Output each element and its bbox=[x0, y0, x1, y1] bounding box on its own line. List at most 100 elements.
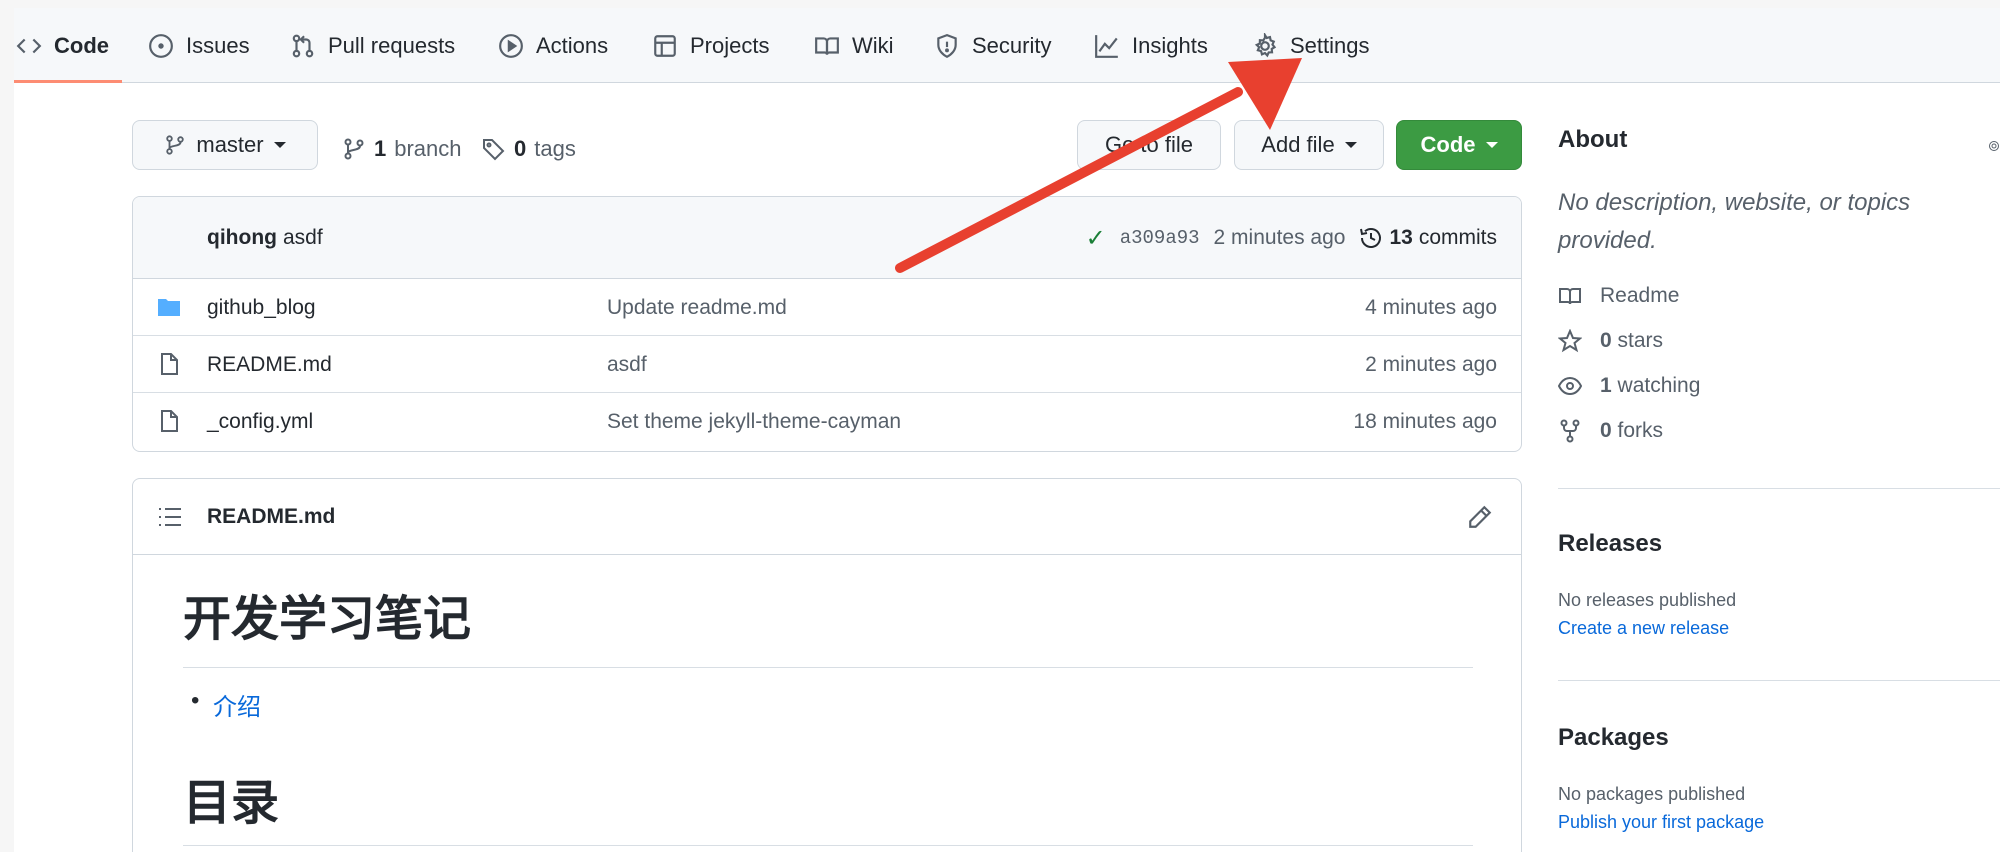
add-file-button[interactable]: Add file bbox=[1234, 120, 1384, 170]
file-commit-message[interactable]: asdf bbox=[607, 336, 647, 393]
commit-author-info: qihong asdf bbox=[207, 197, 323, 279]
caret-down-icon bbox=[1485, 142, 1498, 148]
pencil-icon[interactable] bbox=[1467, 504, 1493, 530]
releases-title[interactable]: Releases bbox=[1558, 530, 1662, 558]
tab-settings-label: Settings bbox=[1290, 32, 1370, 58]
readme-list-link[interactable]: 介绍 bbox=[191, 687, 261, 722]
branches-link[interactable]: 1 branch bbox=[342, 136, 462, 162]
tab-security[interactable]: Security bbox=[934, 8, 1051, 83]
book-icon bbox=[815, 36, 839, 55]
readme-heading-2: 目录 bbox=[183, 763, 1473, 846]
tab-insights[interactable]: Insights bbox=[1094, 8, 1208, 83]
create-release-link[interactable]: Create a new release bbox=[1558, 618, 1729, 639]
forks-count: 0 bbox=[1600, 419, 1612, 442]
code-icon bbox=[16, 38, 42, 53]
about-gear-icon[interactable] bbox=[1988, 136, 2000, 156]
graph-icon bbox=[1095, 34, 1118, 58]
readme-header: README.md bbox=[133, 479, 1521, 555]
file-icon bbox=[161, 410, 178, 432]
file-name[interactable]: github_blog bbox=[207, 279, 316, 336]
shield-icon bbox=[937, 33, 957, 58]
commit-age: 2 minutes ago bbox=[1213, 226, 1346, 249]
packages-note: No packages published bbox=[1558, 784, 1746, 804]
check-icon: ✓ bbox=[1085, 224, 1106, 252]
caret-down-icon bbox=[1344, 142, 1357, 148]
stars-link[interactable]: 0 stars bbox=[1558, 329, 1663, 353]
play-icon bbox=[499, 33, 523, 58]
list-icon[interactable] bbox=[157, 505, 183, 529]
stars-count: 0 bbox=[1600, 329, 1612, 352]
go-to-file-button[interactable]: Go to file bbox=[1077, 120, 1221, 170]
code-button-label: Code bbox=[1420, 132, 1476, 157]
readme-panel: README.md 开发学习笔记 介绍 目录 bbox=[132, 478, 1522, 852]
tab-projects-label: Projects bbox=[690, 32, 770, 58]
about-description: No description, website, or topics provi… bbox=[1558, 189, 1911, 254]
file-row[interactable]: README.md asdf 2 minutes ago bbox=[133, 336, 1521, 393]
tab-wiki-label: Wiki bbox=[852, 32, 894, 58]
releases-note: No releases published bbox=[1558, 590, 1737, 610]
file-row[interactable]: _config.yml Set theme jekyll-theme-cayma… bbox=[133, 393, 1521, 450]
tab-issues[interactable]: Issues bbox=[148, 8, 250, 83]
tab-insights-label: Insights bbox=[1132, 32, 1208, 58]
tab-code[interactable]: Code bbox=[16, 8, 109, 83]
eye-icon bbox=[1558, 376, 1582, 396]
watching-label: watching bbox=[1617, 374, 1701, 397]
tab-wiki[interactable]: Wiki bbox=[814, 8, 894, 83]
readme-link[interactable]: Readme bbox=[1558, 284, 1679, 308]
tab-issues-label: Issues bbox=[186, 32, 250, 58]
tab-security-label: Security bbox=[972, 32, 1052, 58]
readme-link-label: Readme bbox=[1600, 284, 1680, 307]
tab-pull-requests-label: Pull requests bbox=[328, 32, 456, 58]
tab-pull-requests[interactable]: Pull requests bbox=[290, 8, 455, 83]
tag-count: 0 bbox=[514, 136, 527, 161]
tab-settings[interactable]: Settings bbox=[1252, 8, 1370, 83]
branch-select-button[interactable]: master bbox=[132, 120, 318, 170]
history-icon bbox=[1360, 228, 1382, 248]
file-commit-message[interactable]: Update readme.md bbox=[607, 279, 787, 336]
commit-message[interactable]: asdf bbox=[283, 226, 323, 250]
fork-icon bbox=[1560, 419, 1580, 443]
file-commit-message[interactable]: Set theme jekyll-theme-cayman bbox=[607, 393, 901, 450]
about-title: About bbox=[1558, 126, 1628, 153]
tab-code-label: Code bbox=[54, 32, 109, 58]
file-name[interactable]: README.md bbox=[207, 336, 332, 393]
commit-sha[interactable]: a309a93 bbox=[1120, 227, 1200, 249]
branch-count: 1 bbox=[374, 136, 387, 161]
commit-count: 13 bbox=[1389, 226, 1413, 249]
selected-tab-underline bbox=[14, 80, 122, 83]
file-icon bbox=[161, 353, 178, 375]
stars-label: stars bbox=[1617, 329, 1664, 352]
packages-title[interactable]: Packages bbox=[1558, 724, 1669, 752]
file-age: 4 minutes ago bbox=[1365, 296, 1497, 319]
forks-label: forks bbox=[1617, 419, 1664, 442]
tags-link[interactable]: 0 tags bbox=[482, 136, 576, 162]
commit-author[interactable]: qihong bbox=[207, 226, 277, 250]
tab-actions-label: Actions bbox=[536, 32, 609, 58]
file-name[interactable]: _config.yml bbox=[207, 393, 313, 450]
repo-page: Code Issues Pull requests Actions Projec… bbox=[14, 8, 2000, 852]
readme-filename: README.md bbox=[207, 505, 336, 528]
code-button[interactable]: Code bbox=[1396, 120, 1522, 170]
watching-link[interactable]: 1 watching bbox=[1558, 374, 1700, 398]
latest-commit-bar: qihong asdf ✓ a309a93 2 minutes ago 13 c… bbox=[133, 197, 1521, 279]
branch-icon bbox=[344, 138, 364, 160]
file-age: 18 minutes ago bbox=[1353, 410, 1497, 433]
star-icon bbox=[1558, 329, 1582, 353]
file-age: 2 minutes ago bbox=[1365, 353, 1497, 376]
tab-actions[interactable]: Actions bbox=[498, 8, 608, 83]
forks-link[interactable]: 0 forks bbox=[1558, 419, 1663, 443]
file-list: qihong asdf ✓ a309a93 2 minutes ago 13 c… bbox=[132, 196, 1522, 452]
tab-projects[interactable]: Projects bbox=[652, 8, 769, 83]
branch-icon bbox=[166, 135, 185, 155]
issue-icon bbox=[149, 33, 173, 58]
add-file-label: Add file bbox=[1261, 132, 1335, 157]
file-row[interactable]: github_blog Update readme.md 4 minutes a… bbox=[133, 279, 1521, 336]
gear-icon bbox=[1254, 32, 1277, 57]
branch-count-label: branch bbox=[394, 136, 462, 161]
tag-count-label: tags bbox=[534, 136, 576, 161]
folder-icon bbox=[158, 299, 180, 316]
pull-request-icon bbox=[292, 34, 314, 57]
publish-package-link[interactable]: Publish your first package bbox=[1558, 812, 1764, 833]
commits-history-link[interactable]: 13 commits bbox=[1359, 226, 1497, 250]
commits-label: commits bbox=[1418, 226, 1497, 249]
